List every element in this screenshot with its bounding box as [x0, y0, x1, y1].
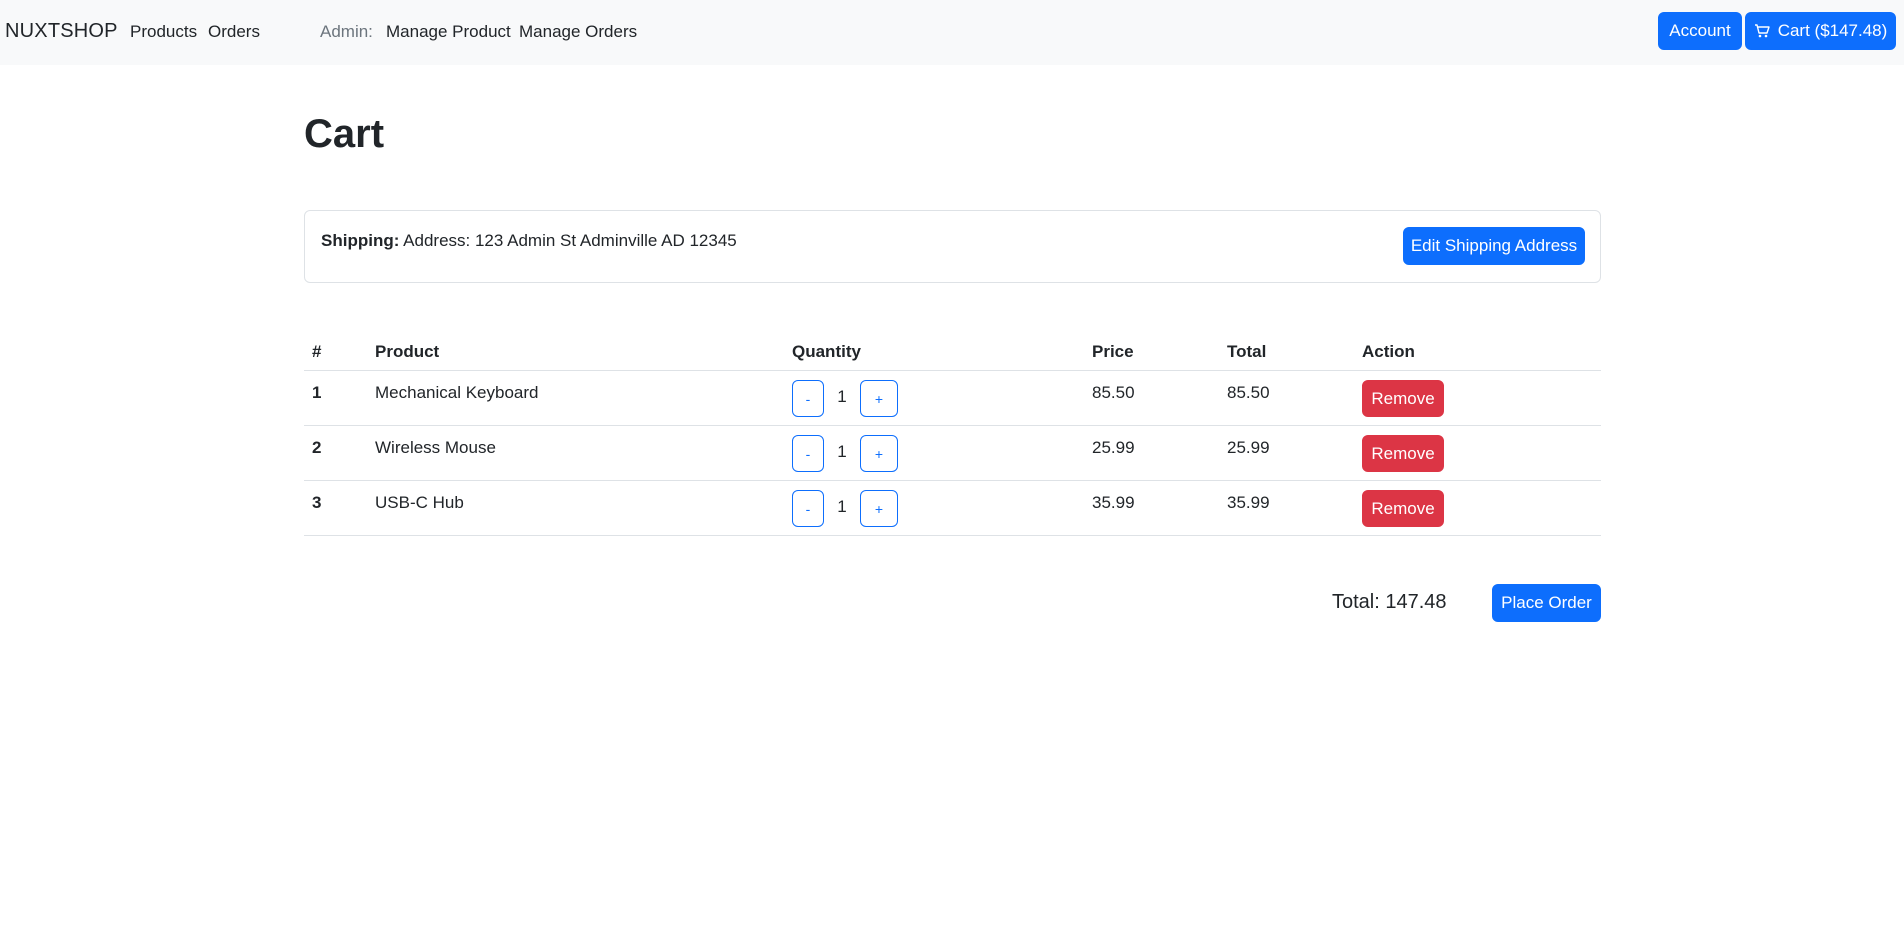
remove-item-button[interactable]: Remove — [1362, 435, 1444, 472]
row-total: 35.99 — [1227, 493, 1270, 512]
shipping-card: Shipping: Address: 123 Admin St Adminvil… — [304, 210, 1601, 283]
row-quantity: 1 — [837, 387, 847, 406]
table-row: 3 USB-C Hub - 1 + 35.99 35.99 Remove — [304, 481, 1601, 536]
column-header-index: # — [312, 342, 322, 361]
row-quantity: 1 — [837, 497, 847, 516]
top-navbar: NUXTSHOP Products Orders Admin: Manage P… — [0, 0, 1904, 65]
row-total: 25.99 — [1227, 438, 1270, 457]
row-index: 3 — [312, 493, 322, 512]
row-product-name: Mechanical Keyboard — [375, 383, 539, 402]
place-order-button[interactable]: Place Order — [1492, 584, 1601, 622]
account-button[interactable]: Account — [1658, 12, 1742, 50]
row-index: 2 — [312, 438, 322, 457]
decrement-quantity-button[interactable]: - — [792, 490, 824, 527]
decrement-quantity-button[interactable]: - — [792, 380, 824, 417]
column-header-action: Action — [1362, 342, 1415, 361]
row-quantity: 1 — [837, 442, 847, 461]
decrement-quantity-button[interactable]: - — [792, 435, 824, 472]
cart-button-label: Cart ($147.48) — [1777, 21, 1888, 40]
row-total: 85.50 — [1227, 383, 1270, 402]
order-total: Total: 147.48 — [1332, 591, 1447, 613]
shipping-info: Shipping: Address: 123 Admin St Adminvil… — [321, 231, 737, 251]
column-header-product: Product — [375, 342, 440, 361]
table-row: 2 Wireless Mouse - 1 + 25.99 25.99 Remov… — [304, 426, 1601, 481]
admin-label: Admin: — [320, 22, 373, 41]
table-row: 1 Mechanical Keyboard - 1 + 85.50 85.50 … — [304, 371, 1601, 426]
shipping-address: Address: 123 Admin St Adminville AD 1234… — [403, 231, 737, 250]
row-price: 25.99 — [1092, 438, 1135, 457]
nav-link-orders[interactable]: Orders — [208, 22, 260, 42]
remove-item-button[interactable]: Remove — [1362, 490, 1444, 527]
column-header-price: Price — [1092, 342, 1134, 361]
nav-link-manage-orders[interactable]: Manage Orders — [519, 22, 637, 42]
nav-link-products[interactable]: Products — [130, 22, 197, 42]
row-price: 85.50 — [1092, 383, 1135, 402]
remove-item-button[interactable]: Remove — [1362, 380, 1444, 417]
row-product-name: Wireless Mouse — [375, 438, 496, 457]
cart-icon — [1754, 24, 1770, 38]
increment-quantity-button[interactable]: + — [860, 490, 898, 527]
column-header-total: Total — [1227, 342, 1267, 361]
row-price: 35.99 — [1092, 493, 1135, 512]
row-product-name: USB-C Hub — [375, 493, 464, 512]
cart-button[interactable]: Cart ($147.48) — [1745, 12, 1896, 50]
increment-quantity-button[interactable]: + — [860, 435, 898, 472]
page-title: Cart — [304, 112, 385, 156]
nav-link-manage-product[interactable]: Manage Product — [386, 22, 511, 42]
brand-logo-link[interactable]: NUXTSHOP — [5, 20, 118, 43]
row-index: 1 — [312, 383, 322, 402]
increment-quantity-button[interactable]: + — [860, 380, 898, 417]
shipping-label: Shipping: — [321, 231, 400, 250]
edit-shipping-address-button[interactable]: Edit Shipping Address — [1403, 227, 1585, 265]
column-header-quantity: Quantity — [792, 342, 861, 361]
